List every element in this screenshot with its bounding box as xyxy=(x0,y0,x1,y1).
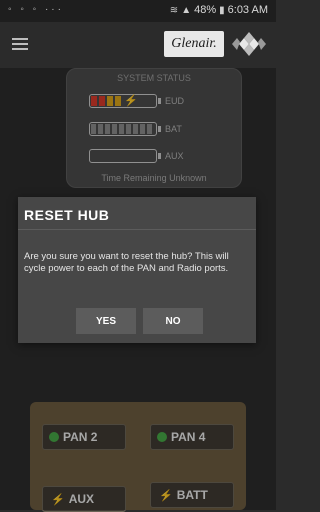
status-bar: ◦ ◦ ◦ ··· ≋ ▲ 48% ▮ 6:03 AM xyxy=(0,0,276,22)
battery-percent: 48% xyxy=(194,4,217,16)
dialog-title: RESET HUB xyxy=(24,207,110,223)
clock: 6:03 AM xyxy=(227,4,268,16)
no-button[interactable]: NO xyxy=(143,308,203,334)
notification-icons: ◦ ◦ ◦ ··· xyxy=(8,4,64,15)
dialog-message: Are you sure you want to reset the hub? … xyxy=(24,251,229,274)
wifi-icon: ≋ xyxy=(169,4,179,16)
menu-icon[interactable] xyxy=(12,38,28,50)
status-right: ≋ ▲ 48% ▮ 6:03 AM xyxy=(170,4,268,16)
diamond-logo-icon xyxy=(232,32,266,56)
signal-icon: ▲ xyxy=(181,4,192,16)
brand-logo: Glenair. xyxy=(164,31,224,57)
yes-button[interactable]: YES xyxy=(76,308,136,334)
reset-hub-dialog: RESET HUB Are you sure you want to reset… xyxy=(18,197,256,343)
dialog-divider xyxy=(18,229,256,230)
battery-icon: ▮ xyxy=(219,4,225,16)
app-bar: Glenair. xyxy=(0,22,276,68)
